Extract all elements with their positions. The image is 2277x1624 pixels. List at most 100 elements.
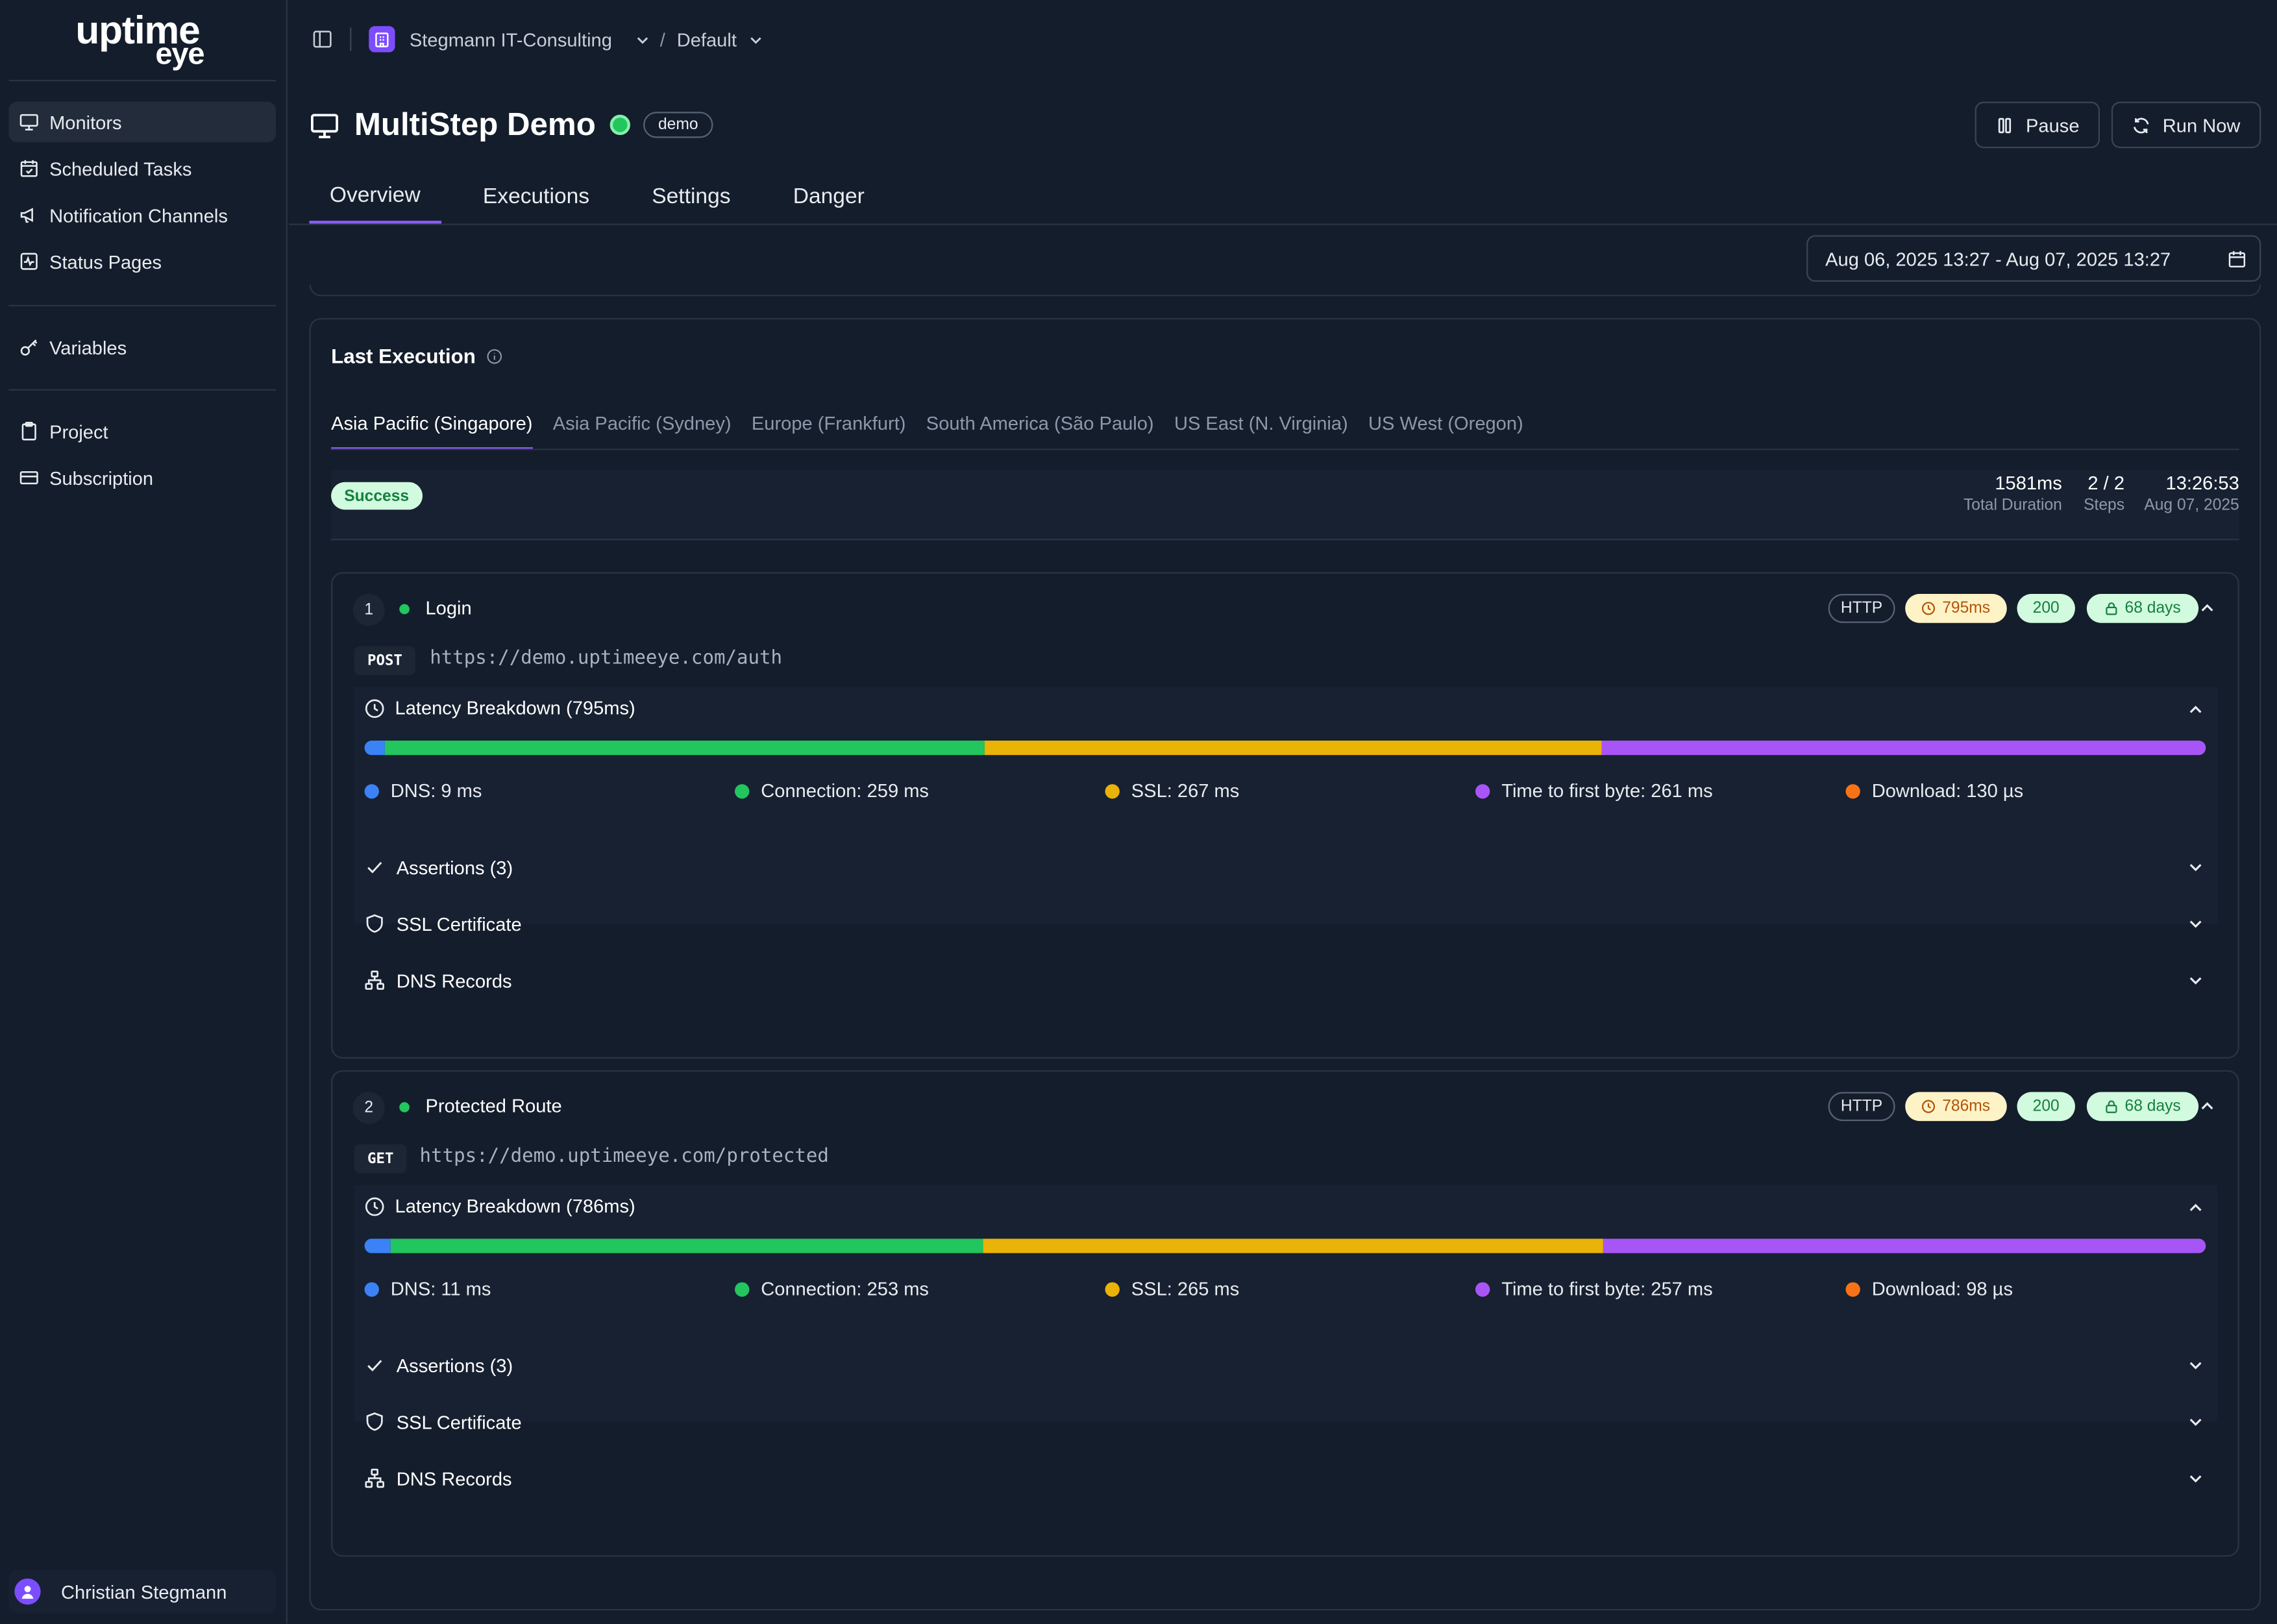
accordion-label: Assertions (3) [396, 1354, 513, 1376]
tab-executions[interactable]: Executions [463, 169, 610, 224]
region-tab[interactable]: US East (N. Virginia) [1174, 412, 1348, 450]
environment-selector[interactable]: Default [677, 29, 737, 51]
region-tab[interactable]: South America (São Paulo) [926, 412, 1154, 450]
app-logo[interactable]: uptime eye [75, 8, 215, 75]
response-time-value: 786ms [1942, 1098, 1991, 1116]
credit-card-icon [19, 471, 38, 485]
info-icon[interactable] [486, 348, 502, 364]
dns-dot [364, 1281, 379, 1296]
step-number: 2 [352, 1092, 385, 1124]
legend-connection: Connection: 253 ms [735, 1277, 929, 1300]
pause-icon [1998, 117, 2012, 133]
ssl-certificate-accordion[interactable]: SSL Certificate [365, 1404, 2216, 1439]
monitor-tag[interactable]: demo [643, 112, 713, 138]
sidebar-toggle-icon[interactable] [312, 29, 332, 49]
sidebar-item-monitors[interactable]: Monitors [8, 101, 277, 143]
region-tab[interactable]: US West (Oregon) [1368, 412, 1523, 450]
sidebar-item-scheduled-tasks[interactable]: Scheduled Tasks [8, 148, 276, 189]
clock-icon [1923, 602, 1936, 615]
tab-danger[interactable]: Danger [772, 169, 885, 224]
main-content: Stegmann IT-Consulting / Default MultiSt… [289, 0, 2277, 1623]
status-code-badge: 200 [2017, 594, 2075, 623]
dns-dot [364, 783, 379, 798]
protocol-badge: HTTP [1828, 594, 1895, 623]
legend-label: Download: 130 µs [1871, 780, 2024, 802]
accordion-label: DNS Records [396, 1467, 512, 1490]
chevron-down-icon[interactable] [748, 31, 765, 47]
status-badge: Success [331, 482, 423, 510]
sidebar-item-project[interactable]: Project [8, 411, 276, 452]
last-execution-card: Last Execution Asia Pacific (Singapore) … [309, 317, 2261, 1611]
chevron-down-icon[interactable] [635, 31, 652, 47]
legend-dns: DNS: 11 ms [364, 1278, 491, 1299]
run-now-button[interactable]: Run Now [2111, 101, 2261, 149]
dns-records-accordion[interactable]: DNS Records [365, 963, 2216, 998]
top-bar: Stegmann IT-Consulting / Default [289, 0, 2277, 79]
region-tabs: Asia Pacific (Singapore) Asia Pacific (S… [331, 412, 1544, 450]
sidebar-divider [8, 304, 277, 307]
region-tab[interactable]: Asia Pacific (Sydney) [553, 412, 732, 450]
latency-breakdown-header[interactable]: Latency Breakdown (795ms) [365, 697, 635, 719]
monitor-header: MultiStep Demo demo [310, 102, 713, 149]
clock-icon [365, 698, 384, 717]
breadcrumb-separator: / [659, 28, 665, 51]
pause-button[interactable]: Pause [1975, 101, 2100, 149]
logo-word-eye: eye [155, 38, 204, 71]
previous-card-edge [309, 284, 2261, 297]
tab-overview[interactable]: Overview [309, 169, 441, 224]
stat-label: Aug 07, 2025 [2144, 497, 2239, 514]
calendar-icon [2228, 251, 2246, 268]
chevron-up-icon[interactable] [2198, 1098, 2216, 1115]
latency-breakdown-header[interactable]: Latency Breakdown (786ms) [365, 1195, 635, 1217]
legend-download: Download: 98 µs [1845, 1278, 2013, 1299]
ssl-certificate-accordion[interactable]: SSL Certificate [365, 906, 2216, 941]
sidebar: uptime eye Monitors Scheduled Tasks Noti… [0, 0, 288, 1624]
tab-settings[interactable]: Settings [632, 169, 751, 224]
sidebar-item-status-pages[interactable]: Status Pages [8, 241, 276, 282]
region-tab[interactable]: Europe (Frankfurt) [752, 412, 906, 450]
accordion-label: SSL Certificate [396, 1410, 522, 1433]
assertions-accordion[interactable]: Assertions (3) [365, 850, 2216, 885]
chevron-up-icon[interactable] [2187, 702, 2204, 719]
latency-segment [984, 740, 1602, 756]
lock-icon [2106, 1100, 2117, 1113]
region-tabs-divider [331, 449, 2239, 450]
region-tab[interactable]: Asia Pacific (Singapore) [331, 412, 533, 450]
refresh-icon [2134, 117, 2150, 133]
calendar-check-icon [20, 160, 38, 177]
date-range-picker[interactable]: Aug 06, 2025 13:27 - Aug 07, 2025 13:27 [1806, 235, 2261, 282]
organization-selector[interactable]: Stegmann IT-Consulting [410, 29, 612, 51]
legend-download: Download: 130 µs [1845, 780, 2023, 802]
sidebar-item-variables[interactable]: Variables [8, 326, 276, 367]
accordion-label: SSL Certificate [396, 913, 522, 935]
sidebar-item-notification-channels[interactable]: Notification Channels [8, 195, 276, 236]
latency-segment [1603, 1238, 2206, 1253]
assertions-accordion[interactable]: Assertions (3) [365, 1347, 2216, 1383]
legend-label: SSL: 265 ms [1131, 1277, 1240, 1300]
chevron-down-icon [2189, 1418, 2202, 1426]
legend-label: Connection: 253 ms [761, 1277, 929, 1300]
response-time-badge: 786ms [1905, 1092, 2007, 1122]
tabs-divider [289, 223, 2277, 225]
download-dot [1845, 1281, 1860, 1296]
network-icon [365, 1468, 384, 1488]
stat-value: 1581ms [1995, 472, 2062, 494]
clock-icon [1923, 1100, 1936, 1113]
step-name: Protected Route [425, 1094, 562, 1117]
latency-segment [983, 1238, 1604, 1253]
network-icon [365, 970, 384, 990]
sidebar-item-subscription[interactable]: Subscription [8, 458, 276, 498]
sidebar-item-label: Scheduled Tasks [49, 157, 192, 180]
run-now-button-label: Run Now [2162, 114, 2241, 136]
chevron-up-icon[interactable] [2198, 600, 2216, 617]
monitor-icon [19, 114, 38, 130]
ssl-expiry-badge: 68 days [2086, 1092, 2199, 1122]
latency-segment [390, 1238, 983, 1253]
http-method-badge: GET [354, 1144, 407, 1174]
chevron-up-icon[interactable] [2187, 1200, 2204, 1217]
user-menu[interactable]: Christian Stegmann [8, 1569, 277, 1614]
latency-segment [385, 740, 985, 756]
dns-records-accordion[interactable]: DNS Records [365, 1461, 2216, 1496]
latency-breakdown: Latency Breakdown (786ms) DNS: 11 ms Con… [354, 1185, 2218, 1422]
latency-breakdown-title: Latency Breakdown (786ms) [395, 1195, 635, 1217]
